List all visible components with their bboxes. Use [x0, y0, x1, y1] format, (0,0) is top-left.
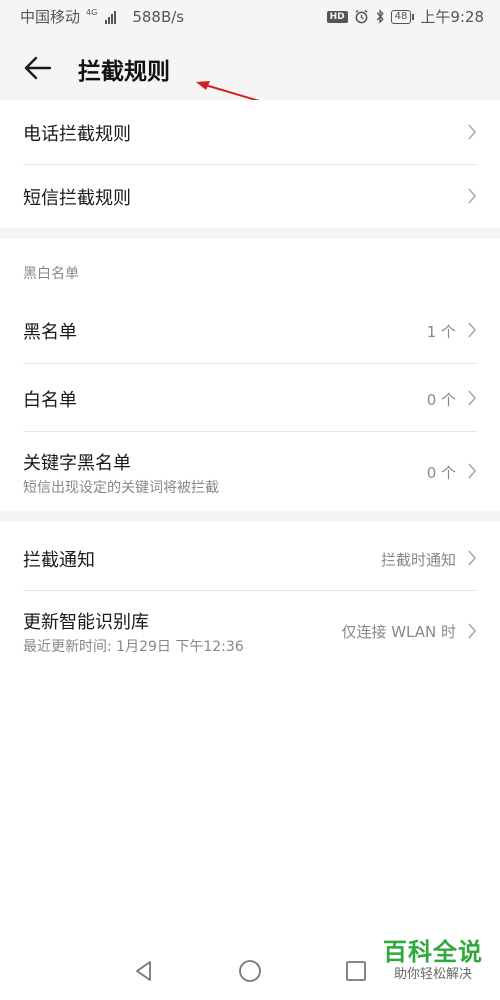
row-title: 拦截通知	[23, 550, 95, 571]
signal-icon	[105, 10, 117, 24]
row-title: 电话拦截规则	[23, 124, 131, 145]
alarm-icon	[355, 9, 368, 24]
row-title: 白名单	[23, 390, 77, 411]
network-speed: 588B/s	[132, 7, 185, 26]
row-title: 关键字黑名单	[23, 453, 131, 474]
row-call-rules[interactable]: 电话拦截规则	[0, 100, 500, 164]
row-title: 短信拦截规则	[23, 188, 131, 209]
row-subtitle: 最近更新时间: 1月29日 下午12:36	[23, 639, 244, 655]
status-right: HD 48 上午9:28	[326, 6, 484, 27]
row-subtitle: 短信出现设定的关键词将被拦截	[23, 480, 219, 496]
row-intercept-notice[interactable]: 拦截通知 拦截时通知	[0, 522, 500, 590]
page-title: 拦截规则	[78, 59, 170, 85]
chevron-right-icon	[468, 322, 477, 338]
battery-level: 48	[390, 9, 412, 24]
row-value: 仅连接 WLAN 时	[341, 623, 456, 641]
chevron-right-icon	[468, 390, 477, 406]
rules-card: 电话拦截规则 短信拦截规则	[0, 100, 500, 228]
watermark-logo: 百科全说	[383, 938, 483, 966]
row-value: 拦截时通知	[380, 551, 456, 569]
row-sms-rules[interactable]: 短信拦截规则	[0, 164, 500, 228]
recents-square-icon[interactable]	[343, 958, 369, 984]
watermark-tagline: 助你轻松解决	[393, 967, 472, 982]
hd-badge: HD	[326, 10, 348, 23]
network-type: 4G	[86, 7, 98, 17]
status-bar: 中国移动 4G 588B/s HD 48 上午9:28	[0, 0, 500, 34]
home-circle-icon[interactable]	[237, 958, 263, 984]
row-update-library[interactable]: 更新智能识别库 最近更新时间: 1月29日 下午12:36 仅连接 WLAN 时	[0, 590, 500, 674]
other-card: 拦截通知 拦截时通知 更新智能识别库 最近更新时间: 1月29日 下午12:36…	[0, 522, 500, 940]
section-header-lists: 黑白名单	[23, 266, 79, 282]
carrier-name: 中国移动	[20, 8, 81, 26]
row-title: 更新智能识别库	[23, 612, 149, 633]
chevron-right-icon	[468, 188, 477, 204]
lists-card: 黑白名单 黑名单 1 个 白名单 0 个 关键字黑名单 短信出现设定的关键词将被…	[0, 239, 500, 511]
app-header: 拦截规则	[0, 34, 500, 100]
bluetooth-icon	[376, 9, 384, 24]
battery-icon: 48	[390, 9, 415, 24]
row-title: 黑名单	[23, 322, 77, 343]
watermark: 百科全说 助你轻松解决	[374, 938, 492, 998]
chevron-right-icon	[468, 623, 477, 639]
chevron-right-icon	[468, 124, 477, 140]
row-value: 0 个	[426, 464, 456, 482]
row-keyword-blacklist[interactable]: 关键字黑名单 短信出现设定的关键词将被拦截 0 个	[0, 431, 500, 511]
back-triangle-icon[interactable]	[131, 958, 157, 984]
chevron-right-icon	[468, 550, 477, 566]
row-whitelist[interactable]: 白名单 0 个	[0, 363, 500, 431]
chevron-right-icon	[468, 463, 477, 479]
arrow-left-icon[interactable]	[18, 48, 58, 88]
row-blacklist[interactable]: 黑名单 1 个	[0, 295, 500, 363]
clock: 上午9:28	[420, 8, 484, 26]
status-left: 中国移动 4G 588B/s	[20, 6, 184, 27]
row-value: 1 个	[426, 323, 456, 341]
row-value: 0 个	[426, 391, 456, 409]
